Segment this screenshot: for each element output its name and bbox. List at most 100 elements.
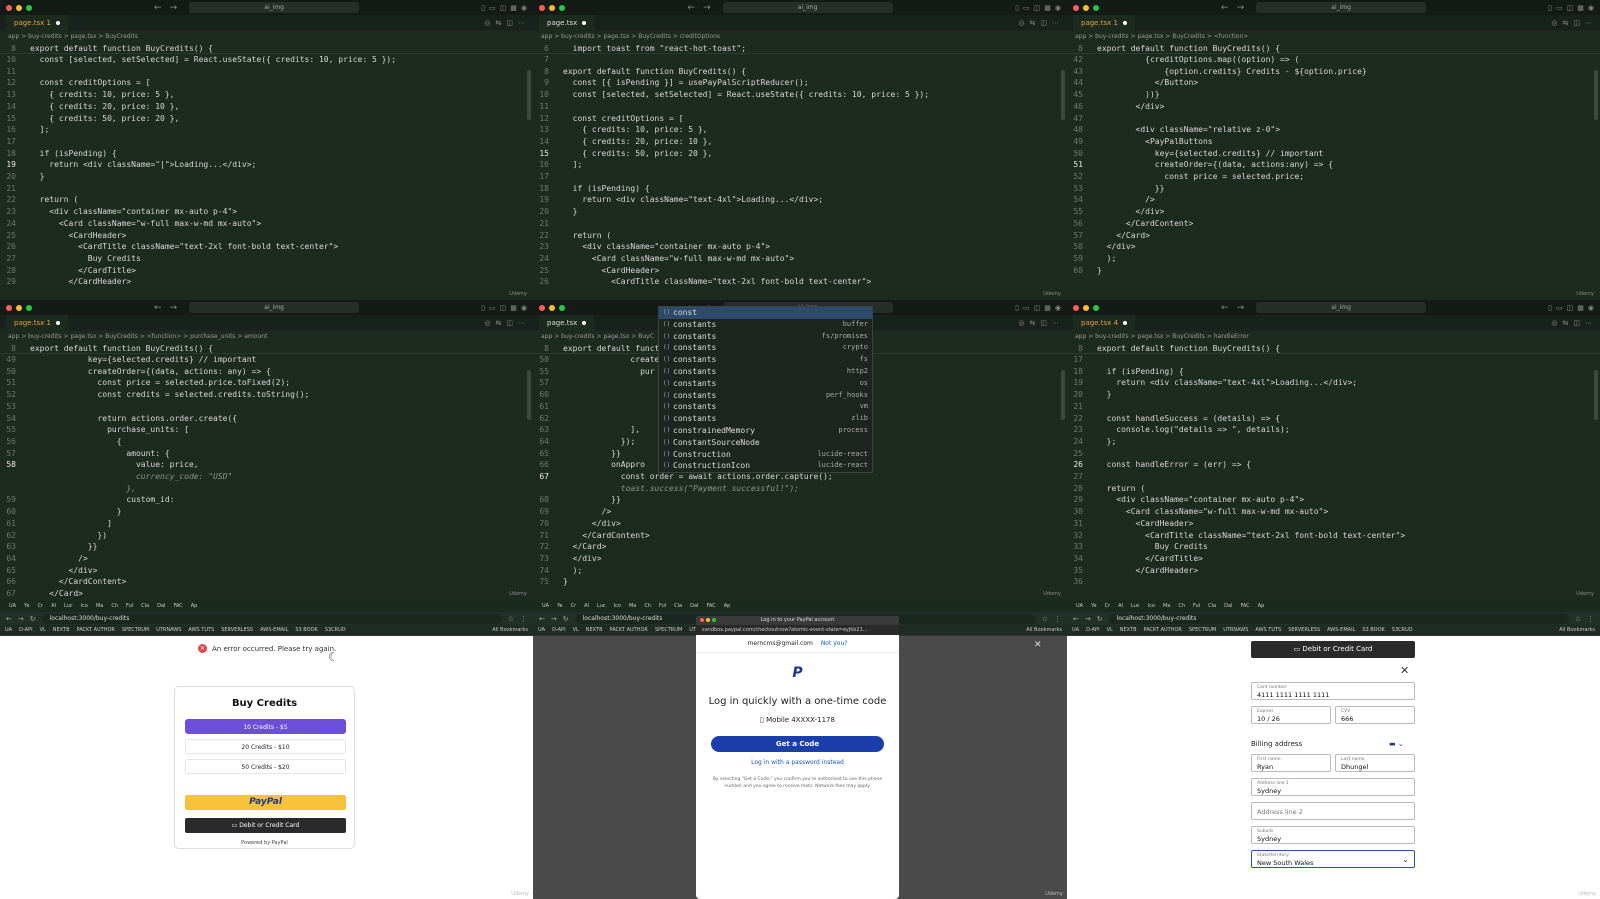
close-window-icon[interactable] <box>539 4 545 11</box>
browser-tab[interactable]: Ch <box>1175 603 1188 609</box>
country-flag-icon[interactable]: ▬ ⌄ <box>1389 740 1404 748</box>
url-field[interactable]: localhost:3000/buy-credits <box>1108 613 1569 624</box>
browser-tab[interactable]: Ap <box>721 603 734 609</box>
browser-menu-icon[interactable]: ⋮ <box>1587 615 1594 623</box>
bookmark-item[interactable]: S3 BOOK <box>1362 627 1384 633</box>
split-icon[interactable]: ◫ <box>1034 304 1041 312</box>
minimize-window-icon[interactable] <box>16 304 22 311</box>
sidebar-toggle-icon[interactable]: ▯ <box>1548 4 1552 12</box>
bookmark-item[interactable]: AWS-EMAIL <box>1327 627 1355 633</box>
bookmark-item[interactable]: SERVERLESS <box>221 627 253 633</box>
reload-icon[interactable]: ↻ <box>30 615 36 623</box>
browser-tab[interactable]: Ma <box>1160 603 1173 609</box>
browser-tab[interactable]: Luc <box>61 603 76 609</box>
close-icon[interactable]: ✕ <box>1034 640 1042 650</box>
card-number-field[interactable]: Card number 4111 1111 1111 1111 <box>1251 682 1415 700</box>
browser-tab[interactable]: Cla <box>138 603 152 609</box>
panel-toggle-icon[interactable]: ▭ <box>1556 4 1563 12</box>
browser-tab[interactable]: FAC <box>170 603 185 609</box>
run-icon[interactable]: ◎ <box>1551 319 1557 327</box>
command-search[interactable]: ai_img <box>722 2 893 13</box>
run-icon[interactable]: ◎ <box>1551 19 1557 27</box>
browser-tab[interactable]: Ma <box>93 603 106 609</box>
account-icon[interactable]: ◉ <box>1588 304 1594 312</box>
compare-icon[interactable]: ⇆ <box>496 19 502 27</box>
browser-tab[interactable]: Cr <box>35 603 47 609</box>
address-line-1-field[interactable]: Address line 1 Sydney <box>1251 778 1415 796</box>
autocomplete-item[interactable]: () constants buffer <box>659 319 872 331</box>
scrollbar[interactable] <box>527 70 531 120</box>
all-bookmarks[interactable]: All Bookmarks <box>1026 627 1062 633</box>
minimize-window-icon[interactable] <box>16 4 22 11</box>
minimize-window-icon[interactable] <box>1083 4 1089 11</box>
all-bookmarks[interactable]: All Bookmarks <box>1559 627 1595 633</box>
account-icon[interactable]: ◉ <box>521 304 527 312</box>
all-bookmarks[interactable]: All Bookmarks <box>492 627 528 633</box>
credit-option-20[interactable]: 20 Credits - $10 <box>185 739 346 754</box>
bookmark-item[interactable]: D-API <box>19 627 32 633</box>
autocomplete-item[interactable]: () constants vm <box>659 401 872 413</box>
code-editor[interactable]: 7 8 export default function BuyCredits() {… <box>533 54 1067 300</box>
back-icon[interactable]: ← <box>539 615 545 623</box>
browser-tab[interactable]: Ap <box>188 603 201 609</box>
command-search[interactable]: ai_img <box>1256 2 1427 13</box>
browser-tab[interactable]: Ch <box>108 603 121 609</box>
bookmark-item[interactable]: VL <box>573 627 579 633</box>
browser-tab[interactable]: AI <box>581 603 592 609</box>
browser-tab[interactable]: Ful <box>1190 603 1203 609</box>
bookmark-item[interactable]: SERVERLESS <box>1288 627 1320 633</box>
browser-tab[interactable]: Ful <box>123 603 136 609</box>
split-icon[interactable]: ◫ <box>1567 304 1574 312</box>
bookmark-item[interactable]: UA <box>1072 627 1079 633</box>
credit-option-50[interactable]: 50 Credits - $20 <box>185 759 346 774</box>
sidebar-toggle-icon[interactable]: ▯ <box>1548 304 1552 312</box>
compare-icon[interactable]: ⇆ <box>1030 319 1036 327</box>
minimize-window-icon[interactable] <box>1083 304 1089 311</box>
browser-tab[interactable]: Cla <box>671 603 685 609</box>
back-arrow-icon[interactable]: ← <box>1221 3 1229 13</box>
close-window-icon[interactable] <box>6 304 12 311</box>
credit-option-10[interactable]: 10 Credits - $5 <box>185 719 346 734</box>
first-name-field[interactable]: First name Ryan <box>1251 754 1331 772</box>
more-icon[interactable]: ⋯ <box>1052 19 1059 27</box>
more-icon[interactable]: ⋯ <box>1585 19 1592 27</box>
tab-page-tsx[interactable]: page.tsx 1 <box>6 14 68 31</box>
forward-arrow-icon[interactable]: → <box>170 3 178 13</box>
split-icon[interactable]: ◫ <box>500 4 507 12</box>
browser-tab[interactable]: Cr <box>1102 603 1114 609</box>
sidebar-toggle-icon[interactable]: ▯ <box>1015 304 1019 312</box>
debit-card-button[interactable]: ▭ Debit or Credit Card <box>185 818 346 833</box>
reload-icon[interactable]: ↻ <box>1097 615 1103 623</box>
forward-icon[interactable]: → <box>18 615 24 623</box>
reload-icon[interactable]: ↻ <box>563 615 569 623</box>
autocomplete-item[interactable]: () constrainedMemory process <box>659 425 872 437</box>
autocomplete-item[interactable]: () ConstructionIcon lucide-react <box>659 460 872 472</box>
scrollbar[interactable] <box>527 370 531 420</box>
state-select[interactable]: State/territory New South Wales ⌄ <box>1251 850 1415 868</box>
browser-tab[interactable]: Ye <box>1088 603 1099 609</box>
run-icon[interactable]: ◎ <box>1018 319 1024 327</box>
bookmark-item[interactable]: AWS TUTS <box>188 627 214 633</box>
account-icon[interactable]: ◉ <box>521 4 527 12</box>
account-icon[interactable]: ◉ <box>1055 304 1061 312</box>
scrollbar[interactable] <box>1594 70 1598 120</box>
forward-arrow-icon[interactable]: → <box>1237 3 1245 13</box>
autocomplete-item[interactable]: () constants crypto <box>659 342 872 354</box>
browser-menu-icon[interactable]: ⋮ <box>520 615 527 623</box>
layout-icon[interactable]: ▦ <box>510 4 517 12</box>
browser-tab[interactable]: Ma <box>626 603 639 609</box>
command-search[interactable]: ai_img <box>189 2 360 13</box>
split-icon[interactable]: ◫ <box>1567 4 1574 12</box>
panel-toggle-icon[interactable]: ▭ <box>1023 304 1030 312</box>
bookmark-item[interactable]: AWS TUTS <box>1255 627 1281 633</box>
run-icon[interactable]: ◎ <box>484 319 490 327</box>
split-editor-icon[interactable]: ◫ <box>506 319 513 327</box>
browser-tab[interactable]: Cr <box>568 603 580 609</box>
forward-arrow-icon[interactable]: → <box>703 3 711 13</box>
paypal-button[interactable]: PayPal <box>185 795 346 810</box>
code-editor[interactable]: 17 18 if (isPending) {19 return <div clas… <box>1067 354 1600 600</box>
bookmark-item[interactable]: UA <box>538 627 545 633</box>
bookmark-item[interactable]: PACKT AUTHOR <box>77 627 115 633</box>
suburb-field[interactable]: Suburb Sydney <box>1251 826 1415 844</box>
panel-toggle-icon[interactable]: ▭ <box>489 304 496 312</box>
